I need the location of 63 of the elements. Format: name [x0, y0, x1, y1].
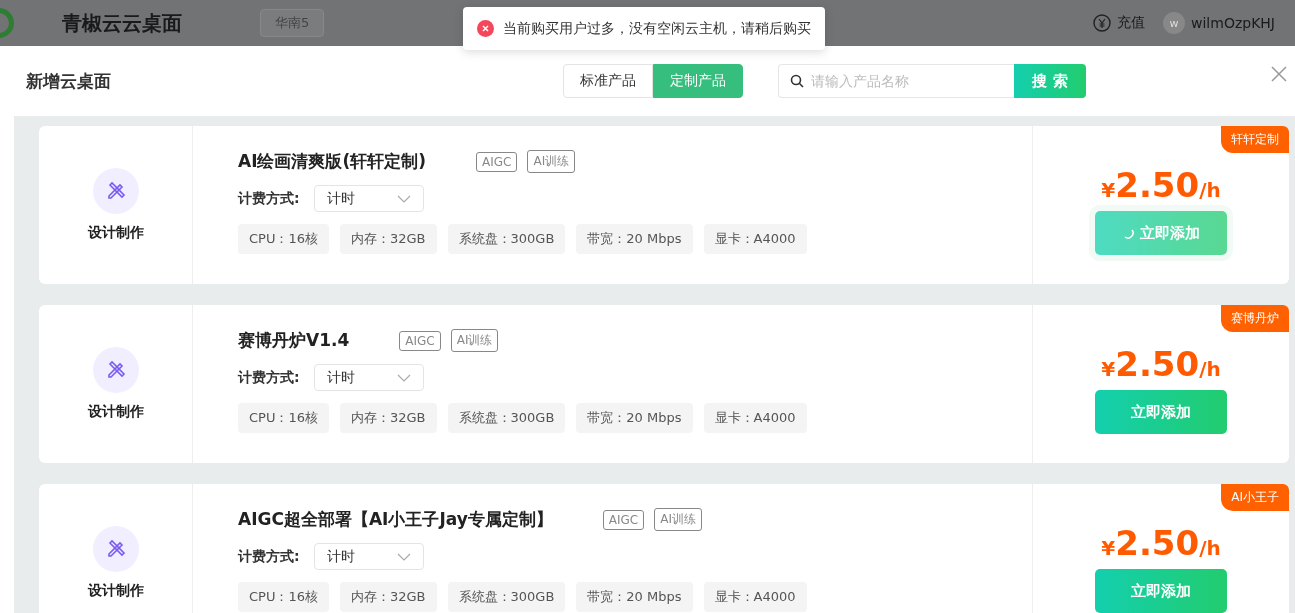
price: ¥2.50/h	[1101, 344, 1221, 384]
dialog-title: 新增云桌面	[26, 69, 112, 93]
product-tag: AI训练	[450, 329, 499, 352]
billing-label: 计费方式:	[238, 189, 300, 208]
spec-chip: 内存：32GB	[340, 582, 437, 612]
spec-chip: 内存：32GB	[340, 403, 437, 433]
search-button[interactable]: 搜 索	[1014, 64, 1086, 98]
product-name: AIGC超全部署【AI小王子Jay专属定制】	[238, 508, 553, 531]
pencil-ruler-icon	[105, 360, 126, 380]
category-label: 设计制作	[87, 224, 144, 242]
ribbon-tag: 轩轩定制	[1221, 126, 1289, 153]
ribbon-tag: 赛博丹炉	[1221, 305, 1289, 332]
chevron-down-icon	[396, 373, 411, 382]
spec-chip: 系统盘：300GB	[447, 403, 566, 433]
spec-chip: 显卡：A4000	[703, 403, 807, 433]
chevron-down-icon	[396, 552, 411, 561]
price: ¥2.50/h	[1101, 165, 1221, 205]
price: ¥2.50/h	[1101, 523, 1221, 563]
product-tag: AI训练	[654, 508, 702, 531]
product-tag: AIGC	[476, 151, 518, 172]
chevron-down-icon	[396, 194, 411, 203]
spec-chip: CPU：16核	[238, 403, 329, 433]
product-tag: AIGC	[602, 509, 645, 530]
error-icon	[477, 20, 494, 37]
spec-chip: 显卡：A4000	[703, 582, 807, 612]
user-avatar[interactable]: w	[1163, 12, 1186, 34]
billing-label: 计费方式:	[238, 368, 300, 387]
category-label: 设计制作	[87, 403, 144, 421]
add-button[interactable]: 立即添加	[1095, 569, 1227, 613]
spec-chip: CPU：16核	[238, 582, 329, 612]
pencil-ruler-icon	[105, 539, 126, 559]
spec-chip: 显卡：A4000	[703, 224, 807, 254]
app-title: 青椒云云桌面	[62, 9, 182, 37]
product-name: AI绘画清爽版(轩轩定制)	[238, 150, 427, 173]
product-tab[interactable]: 定制产品	[653, 64, 743, 98]
yen-icon	[1093, 14, 1112, 32]
spec-chip: CPU：16核	[238, 224, 329, 254]
category-label: 设计制作	[87, 582, 144, 600]
recharge-link[interactable]: 充值	[1117, 14, 1146, 32]
billing-select[interactable]: 计时	[313, 364, 424, 391]
spec-chip: 带宽：20 Mbps	[576, 224, 693, 254]
toast-message: 当前购买用户过多，没有空闲云主机，请稍后购买	[503, 19, 811, 38]
search-field[interactable]: 请输入产品名称	[778, 64, 1014, 98]
pencil-ruler-icon	[105, 181, 126, 201]
close-icon[interactable]	[1271, 66, 1287, 82]
product-tag: AIGC	[399, 330, 441, 351]
product-tag: AI训练	[527, 150, 576, 173]
ribbon-tag: AI小王子	[1221, 484, 1289, 511]
billing-select[interactable]: 计时	[313, 543, 424, 570]
spec-chip: 带宽：20 Mbps	[576, 582, 693, 612]
billing-label: 计费方式:	[238, 547, 300, 566]
spec-chip: 系统盘：300GB	[447, 582, 566, 612]
spec-chip: 系统盘：300GB	[447, 224, 566, 254]
billing-select[interactable]: 计时	[313, 185, 424, 212]
region-selector[interactable]: 华南5	[260, 9, 325, 37]
spec-chip: 带宽：20 Mbps	[576, 403, 693, 433]
spec-chip: 内存：32GB	[340, 224, 437, 254]
username[interactable]: wilmOzpKHJ	[1191, 15, 1275, 31]
product-name: 赛博丹炉V1.4	[238, 329, 350, 352]
product-tab[interactable]: 标准产品	[563, 64, 653, 98]
search-icon	[790, 74, 804, 88]
add-button[interactable]: 立即添加	[1095, 390, 1227, 434]
spinner-icon	[1122, 227, 1134, 239]
